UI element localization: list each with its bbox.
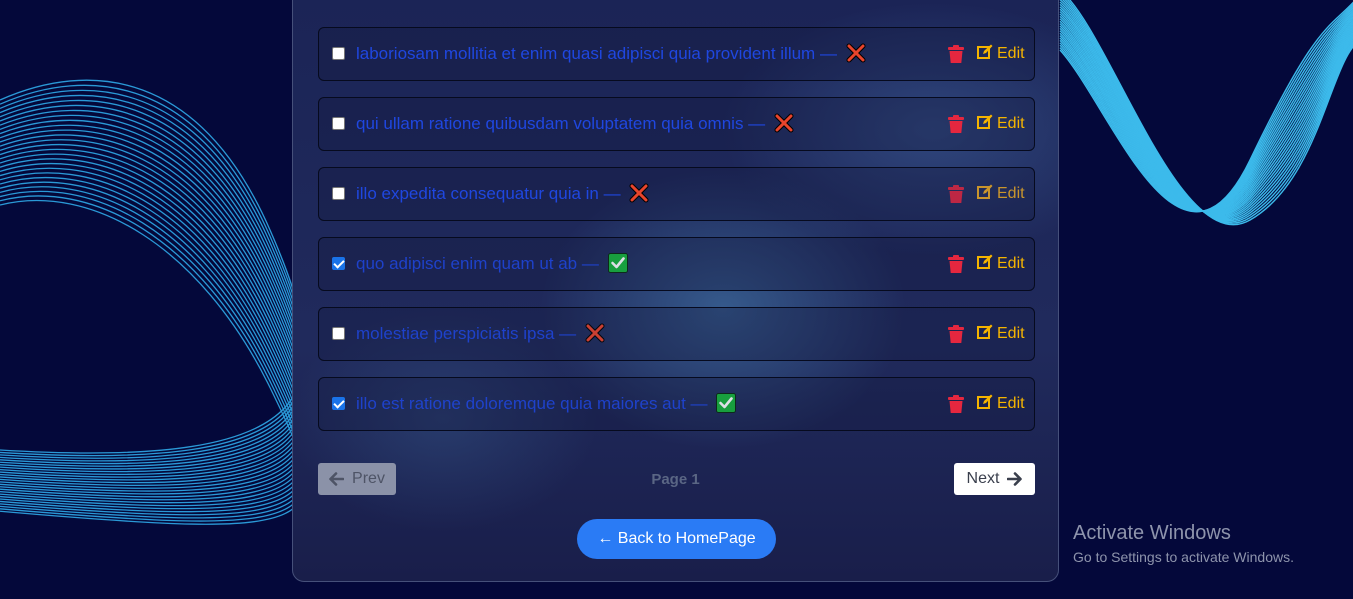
edit-button[interactable]: Edit (977, 394, 1025, 414)
back-to-homepage-button[interactable]: ← Back to HomePage (577, 519, 776, 559)
todo-separator: — (554, 324, 581, 343)
todo-title[interactable]: laboriosam mollitia et enim quasi adipis… (356, 43, 866, 64)
edit-label: Edit (997, 325, 1025, 342)
edit-label: Edit (997, 185, 1025, 202)
edit-icon (977, 114, 993, 129)
todo-separator: — (815, 44, 842, 63)
edit-label: Edit (997, 255, 1025, 272)
trash-icon[interactable] (948, 115, 964, 133)
todo-title-text: molestiae perspiciatis ipsa (356, 324, 555, 343)
todo-row: illo expedita consequatur quia in — Edit (318, 167, 1035, 221)
edit-button[interactable]: Edit (977, 44, 1025, 64)
todo-checkbox[interactable] (332, 257, 345, 270)
todo-separator: — (685, 394, 713, 413)
todo-row: illo est ratione doloremque quia maiores… (318, 377, 1035, 431)
next-label: Next (966, 470, 1000, 487)
todo-title[interactable]: molestiae perspiciatis ipsa — (356, 323, 605, 344)
edit-icon (977, 44, 993, 59)
edit-icon (977, 254, 993, 269)
todo-title-text: illo expedita consequatur quia in (356, 184, 599, 203)
todo-title-text: quo adipisci enim quam ut ab (356, 254, 578, 273)
todo-checkbox[interactable] (332, 47, 345, 60)
todo-checkbox[interactable] (332, 187, 345, 200)
edit-label: Edit (997, 45, 1025, 62)
todo-title-text: laboriosam mollitia et enim quasi adipis… (356, 44, 816, 63)
todo-checkbox[interactable] (332, 327, 345, 340)
check-mark-icon (716, 393, 737, 413)
todo-title[interactable]: qui ullam ratione quibusdam voluptatem q… (356, 113, 794, 134)
todo-title[interactable]: illo est ratione doloremque quia maiores… (356, 393, 737, 414)
next-page-button[interactable]: Next (954, 463, 1035, 495)
wave-line (1059, 8, 1353, 212)
todo-row: laboriosam mollitia et enim quasi adipis… (318, 27, 1035, 81)
cross-mark-icon (846, 43, 866, 63)
edit-label: Edit (997, 115, 1025, 132)
todo-separator: — (598, 184, 626, 203)
cross-mark-icon (585, 323, 605, 343)
todo-title-text: qui ullam ratione quibusdam voluptatem q… (356, 114, 744, 133)
cross-mark-icon (629, 183, 649, 203)
edit-button[interactable]: Edit (977, 114, 1025, 134)
todo-panel: laboriosam mollitia et enim quasi adipis… (292, 0, 1059, 582)
todo-checkbox[interactable] (332, 117, 345, 130)
todo-separator: — (743, 114, 770, 133)
page-indicator: Page 1 (651, 471, 700, 488)
watermark-title: Activate Windows (1073, 522, 1231, 544)
trash-icon[interactable] (948, 45, 964, 63)
trash-icon[interactable] (948, 395, 964, 413)
trash-icon[interactable] (948, 185, 964, 203)
todo-row: molestiae perspiciatis ipsa — Edit (318, 307, 1035, 361)
todo-separator: — (577, 254, 604, 273)
windows-activation-watermark: Activate Windows Go to Settings to activ… (1073, 522, 1294, 565)
todo-row: quo adipisci enim quam ut ab — Edit (318, 237, 1035, 291)
todo-checkbox[interactable] (332, 397, 345, 410)
watermark-subtitle: Go to Settings to activate Windows. (1073, 549, 1294, 565)
prev-label: Prev (352, 470, 385, 487)
arrow-right-icon (1007, 472, 1023, 486)
arrow-left-icon (329, 472, 345, 486)
edit-icon (977, 394, 993, 409)
edit-button[interactable]: Edit (977, 254, 1025, 274)
todo-title[interactable]: illo expedita consequatur quia in — (356, 183, 649, 204)
edit-icon (977, 324, 993, 339)
check-mark-icon (607, 253, 628, 273)
prev-page-button[interactable]: Prev (318, 463, 396, 495)
cross-mark-icon (774, 113, 794, 133)
edit-icon (977, 184, 993, 199)
edit-button[interactable]: Edit (977, 184, 1025, 204)
edit-label: Edit (997, 395, 1025, 412)
todo-title[interactable]: quo adipisci enim quam ut ab — (356, 253, 628, 274)
edit-button[interactable]: Edit (977, 324, 1025, 344)
trash-icon[interactable] (948, 325, 964, 343)
todo-row: qui ullam ratione quibusdam voluptatem q… (318, 97, 1035, 151)
trash-icon[interactable] (948, 255, 964, 273)
todo-title-text: illo est ratione doloremque quia maiores… (356, 394, 686, 413)
